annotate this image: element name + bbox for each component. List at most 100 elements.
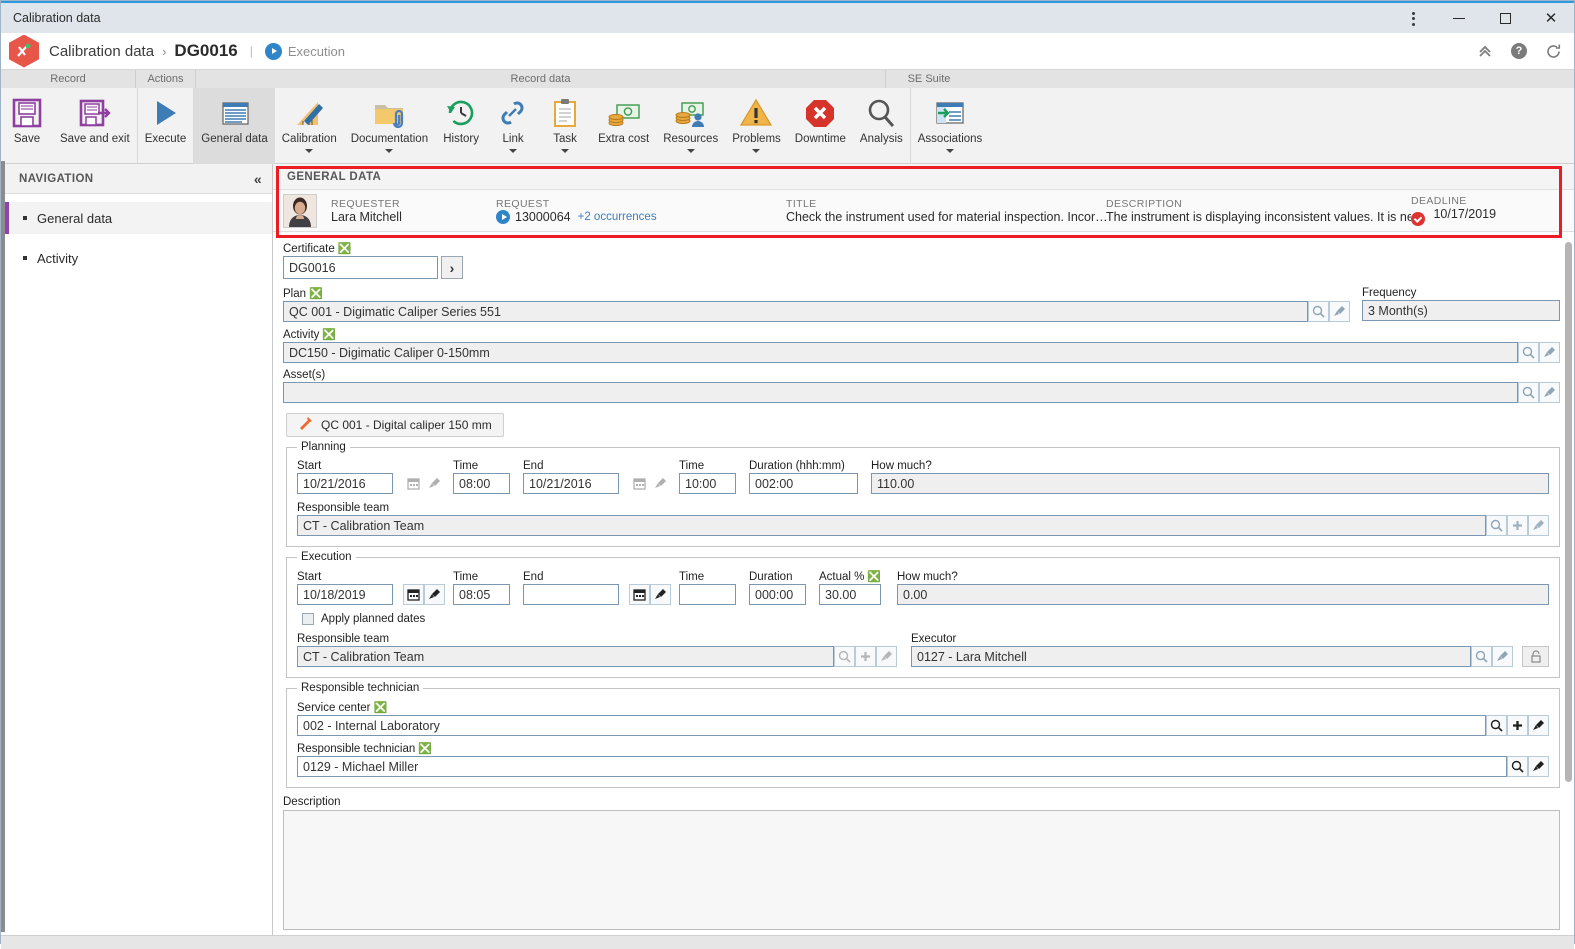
breadcrumb-root[interactable]: Calibration data xyxy=(49,43,154,60)
collapse-nav-icon[interactable]: « xyxy=(254,171,262,187)
execution-end-time-input[interactable] xyxy=(679,584,736,605)
planning-start-clear-icon[interactable] xyxy=(424,473,445,494)
save-and-exit-button[interactable]: Save and exit xyxy=(53,88,137,164)
analysis-button[interactable]: Analysis xyxy=(853,88,910,164)
responsible-technician-clear-button[interactable] xyxy=(1528,756,1549,777)
help-icon[interactable]: ? xyxy=(1511,43,1527,59)
description-textarea[interactable] xyxy=(283,810,1560,930)
executor-lock-button[interactable] xyxy=(1522,646,1549,667)
plan-search-button[interactable] xyxy=(1308,301,1329,322)
request-value[interactable]: 13000064 xyxy=(515,210,571,224)
refresh-icon[interactable] xyxy=(1545,43,1562,60)
sidebar-item-activity[interactable]: Activity xyxy=(5,242,272,274)
collapse-ribbon-icon[interactable] xyxy=(1477,44,1493,58)
planning-team-clear-button[interactable] xyxy=(1528,515,1549,536)
activity-search-button[interactable] xyxy=(1518,342,1539,363)
execution-team-add-button[interactable] xyxy=(855,646,876,667)
plan-clear-button[interactable] xyxy=(1329,301,1350,322)
general-data-button[interactable]: General data xyxy=(194,88,275,164)
execution-start-input[interactable]: 10/18/2019 xyxy=(297,584,393,605)
minimize-icon[interactable] xyxy=(1436,3,1482,34)
chevron-down-icon[interactable] xyxy=(305,149,314,153)
assets-input[interactable] xyxy=(283,382,1518,403)
planning-end-input[interactable]: 10/21/2016 xyxy=(523,473,619,494)
content-scrollbar[interactable] xyxy=(1565,242,1572,817)
history-button[interactable]: History xyxy=(435,88,487,164)
executor-label: Executor xyxy=(911,633,957,645)
activity-clear-button[interactable] xyxy=(1539,342,1560,363)
executor-clear-button[interactable] xyxy=(1492,646,1513,667)
planning-team-add-button[interactable] xyxy=(1507,515,1528,536)
assets-clear-button[interactable] xyxy=(1539,382,1560,403)
service-center-input[interactable]: 002 - Internal Laboratory xyxy=(297,715,1486,736)
planning-start-time-label: Time xyxy=(453,460,479,472)
execution-duration-input[interactable]: 000:00 xyxy=(749,584,806,605)
close-icon[interactable]: ✕ xyxy=(1528,3,1574,34)
problems-label: Problems xyxy=(732,133,781,145)
certificate-input[interactable]: DG0016 xyxy=(283,256,438,279)
execution-howmuch-input[interactable]: 0.00 xyxy=(897,584,1549,605)
planning-end-time-input[interactable]: 10:00 xyxy=(679,473,736,494)
apply-planned-dates-row[interactable]: Apply planned dates xyxy=(302,613,1549,625)
service-center-search-button[interactable] xyxy=(1486,715,1507,736)
planning-start-input[interactable]: 10/21/2016 xyxy=(297,473,393,494)
chevron-down-icon[interactable] xyxy=(752,149,761,153)
execution-team-input[interactable]: CT - Calibration Team xyxy=(297,646,834,667)
problems-button[interactable]: Problems xyxy=(725,88,788,164)
execution-team-clear-button[interactable] xyxy=(876,646,897,667)
scrollbar-thumb[interactable] xyxy=(1565,242,1572,782)
execution-end-calendar-button[interactable] xyxy=(629,584,650,605)
execution-end-clear-button[interactable] xyxy=(650,584,671,605)
task-button[interactable]: Task xyxy=(539,88,591,164)
chevron-down-icon[interactable] xyxy=(946,149,955,153)
more-options-icon[interactable] xyxy=(1390,3,1436,34)
execute-button[interactable]: Execute xyxy=(138,88,194,164)
planning-team-input[interactable]: CT - Calibration Team xyxy=(297,515,1486,536)
assets-search-button[interactable] xyxy=(1518,382,1539,403)
resources-button[interactable]: Resources xyxy=(656,88,725,164)
execution-start-calendar-button[interactable] xyxy=(403,584,424,605)
planning-team-search-button[interactable] xyxy=(1486,515,1507,536)
responsible-technician-input[interactable]: 0129 - Michael Miller xyxy=(297,756,1507,777)
save-button[interactable]: Save xyxy=(1,88,53,164)
execution-end-input[interactable] xyxy=(523,584,619,605)
planning-start-time-input[interactable]: 08:00 xyxy=(453,473,510,494)
ribbon-group-titles: Record Actions Record data SE Suite xyxy=(1,70,1574,88)
downtime-button[interactable]: Downtime xyxy=(788,88,853,164)
execution-start-clear-button[interactable] xyxy=(424,584,445,605)
planning-end-clear-icon[interactable] xyxy=(650,473,671,494)
asset-chip[interactable]: QC 001 - Digital caliper 150 mm xyxy=(286,413,504,437)
frequency-input[interactable]: 3 Month(s) xyxy=(1362,300,1560,321)
planning-team-label: Responsible team xyxy=(297,502,390,514)
service-center-add-button[interactable] xyxy=(1507,715,1528,736)
chevron-down-icon[interactable] xyxy=(686,149,695,153)
execution-team-search-button[interactable] xyxy=(834,646,855,667)
chevron-down-icon[interactable] xyxy=(561,149,570,153)
responsible-technician-search-button[interactable] xyxy=(1507,756,1528,777)
chevron-down-icon[interactable] xyxy=(509,149,518,153)
plan-input[interactable]: QC 001 - Digimatic Caliper Series 551 xyxy=(283,301,1308,322)
executor-input[interactable]: 0127 - Lara Mitchell xyxy=(911,646,1471,667)
apply-planned-dates-checkbox[interactable] xyxy=(302,613,314,625)
sidebar-item-general-data[interactable]: General data xyxy=(5,202,272,234)
planning-duration-input[interactable]: 002:00 xyxy=(749,473,858,494)
maximize-icon[interactable] xyxy=(1482,3,1528,34)
planning-howmuch-input[interactable]: 110.00 xyxy=(871,473,1549,494)
link-button[interactable]: Link xyxy=(487,88,539,164)
activity-input[interactable]: DC150 - Digimatic Caliper 0-150mm xyxy=(283,342,1518,363)
documentation-button[interactable]: Documentation xyxy=(344,88,435,164)
execution-start-time-input[interactable]: 08:05 xyxy=(453,584,510,605)
associations-button[interactable]: Associations xyxy=(911,88,990,164)
extra-cost-button[interactable]: Extra cost xyxy=(591,88,656,164)
planning-start-calendar-icon[interactable] xyxy=(403,473,424,494)
certificate-next-button[interactable]: › xyxy=(441,256,463,279)
execution-actual-input[interactable]: 30.00 xyxy=(819,584,881,605)
executor-search-button[interactable] xyxy=(1471,646,1492,667)
calibration-button[interactable]: Calibration xyxy=(275,88,344,164)
request-occurrences-link[interactable]: +2 occurrences xyxy=(578,211,657,223)
chevron-down-icon[interactable] xyxy=(385,149,394,153)
header-divider: | xyxy=(249,44,253,58)
planning-end-calendar-icon[interactable] xyxy=(629,473,650,494)
sidebar-item-label: Activity xyxy=(37,250,79,266)
service-center-clear-button[interactable] xyxy=(1528,715,1549,736)
